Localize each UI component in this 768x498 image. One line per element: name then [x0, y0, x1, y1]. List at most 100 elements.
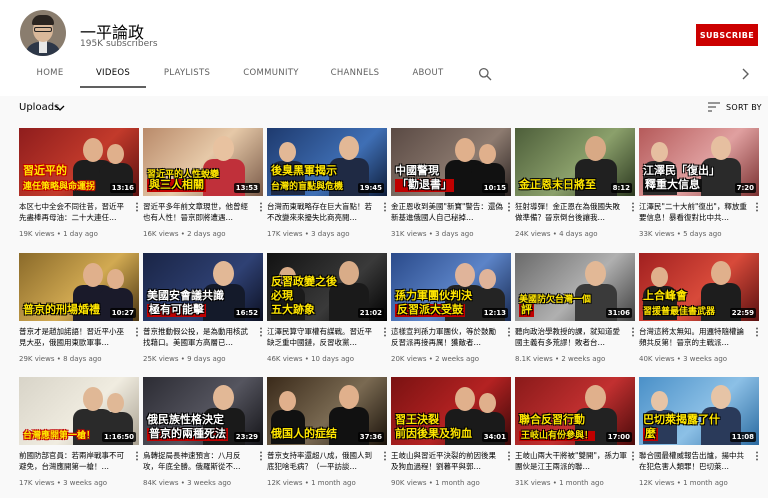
more-vert-icon[interactable]: [631, 202, 635, 212]
video-title[interactable]: 普京推動假公投，是為動用核武找藉口。美國軍方高層已…: [143, 326, 255, 348]
thumbnail-caption: 金正恩末日將至: [519, 178, 596, 192]
video-card[interactable]: 江澤民「復出」 釋重大信息 7:20 江澤民"二十大前"復出"，釋放重要信息！暴看復對…: [639, 128, 759, 238]
video-thumbnail[interactable]: 金正恩末日將至 8:12: [515, 128, 635, 196]
video-title[interactable]: 這樣宣判孫力軍團伙，等於鼓勵反習派再接再厲！獲敵者…: [391, 326, 503, 348]
video-duration: 10:15: [481, 183, 508, 193]
video-thumbnail[interactable]: 俄国人的症结 37:36: [267, 377, 387, 445]
video-thumbnail[interactable]: 上合峰會 習援普最佳書武器 22:59: [639, 253, 759, 321]
video-title[interactable]: 前國防部官員：若兩岸戰事不可避免，台灣應開第一槍！…: [19, 450, 131, 472]
video-thumbnail[interactable]: 習王決裂 前因後果及狗血 34:01: [391, 377, 511, 445]
more-vert-icon[interactable]: [755, 327, 759, 337]
video-card[interactable]: 上合峰會 習援普最佳書武器 22:59 台灣這將太無知。用邏特隨權論頻共反第！晉京的主…: [639, 253, 759, 363]
video-duration: 34:01: [481, 432, 508, 442]
sort-icon[interactable]: [708, 102, 720, 112]
video-card[interactable]: 習近平的 連任策略與命運拐 13:16 本区七中全会不同往昔，習近平先盡棒再母油：二十…: [19, 128, 139, 238]
video-card[interactable]: 美國安會議共識 極有可能擊 16:52 普京推動假公投，是為動用核武找藉口。美國軍方高…: [143, 253, 263, 363]
video-title[interactable]: 台灣而東戰略存在巨大盲點！若不改變來來擾失比商亮閱…: [267, 201, 379, 223]
video-card[interactable]: 後臭黑軍揭示 台灣的盲點與危機 19:45 台灣而東戰略存在巨大盲點！若不改變來來擾失…: [267, 128, 387, 238]
video-card[interactable]: 俄民族性格決定 普京的兩種死法 23:29 烏轉捉局長神速預言：八月反攻，年底全勝。俄…: [143, 377, 263, 487]
channel-avatar[interactable]: [20, 10, 66, 56]
video-thumbnail[interactable]: 習近平的人性蛻變 與三人相關 13:53: [143, 128, 263, 196]
video-thumbnail[interactable]: 巴切萊揭露了什麼 11:08: [639, 377, 759, 445]
thumbnail-caption: 孫力軍團伙判決: [395, 289, 472, 303]
video-title[interactable]: 台灣這將太無知。用邏特隨權論頻共反第！晉京的主戰派…: [639, 326, 751, 348]
tab-channels[interactable]: CHANNELS: [322, 60, 388, 88]
more-vert-icon[interactable]: [383, 327, 387, 337]
upload-age: 3 days ago: [311, 230, 350, 238]
more-vert-icon[interactable]: [631, 451, 635, 461]
video-title[interactable]: 狂射導彈！金正恩在為俄國失敗做準備？晉京倒台後讓我…: [515, 201, 627, 223]
more-vert-icon[interactable]: [507, 202, 511, 212]
video-thumbnail[interactable]: 孫力軍團伙判決 反習派大受鼓 12:13: [391, 253, 511, 321]
more-vert-icon[interactable]: [259, 202, 263, 212]
video-thumbnail[interactable]: 後臭黑軍揭示 台灣的盲點與危機 19:45: [267, 128, 387, 196]
more-vert-icon[interactable]: [259, 327, 263, 337]
subscribe-button[interactable]: SUBSCRIBE: [696, 24, 758, 46]
video-meta: 31K views • 3 days ago: [391, 230, 474, 238]
more-vert-icon[interactable]: [135, 451, 139, 461]
thumbnail-caption: 後臭黑軍揭示: [271, 164, 337, 178]
video-thumbnail[interactable]: 普京的刑場婚禮 10:27: [19, 253, 139, 321]
more-vert-icon[interactable]: [135, 327, 139, 337]
video-thumbnail[interactable]: 習近平的 連任策略與命運拐 13:16: [19, 128, 139, 196]
video-title[interactable]: 聯合國最權威報告出爐，揚中共在犯危害人類罪！巴切萊…: [639, 450, 751, 472]
video-card[interactable]: 普京的刑場婚禮 10:27 普京才是趙加諾語！習近平小巫見大巫，俄國用東歐軍事… 29…: [19, 253, 139, 363]
video-card[interactable]: 台灣應開第一槍！ 1:16:50 前國防部官員：若兩岸戰事不可避免，台灣應開第一槍！…: [19, 377, 139, 487]
tab-videos[interactable]: VIDEOS: [80, 60, 146, 88]
video-title[interactable]: 習近平多年前文章現世，他曾經也有人性！晉京即將遭遇…: [143, 201, 255, 223]
sort-by-button[interactable]: SORT BY: [726, 103, 762, 112]
video-meta: 12K views • 1 month ago: [267, 479, 356, 487]
video-title[interactable]: 聽向政治學教授的課，就知道愛國主義有多荒謬！敗者台…: [515, 326, 627, 348]
video-card[interactable]: 習近平的人性蛻變 與三人相關 13:53 習近平多年前文章現世，他曾經也有人性！晉京即…: [143, 128, 263, 238]
chevron-down-icon[interactable]: [55, 104, 65, 112]
video-title[interactable]: 普京才是趙加諾語！習近平小巫見大巫，俄國用東歐軍事…: [19, 326, 131, 348]
tab-playlists[interactable]: PLAYLISTS: [152, 60, 222, 88]
more-vert-icon[interactable]: [135, 202, 139, 212]
meta-separator: •: [674, 355, 684, 363]
video-card[interactable]: 俄国人的症结 37:36 普京支持率還超八成，俄國人到底犯啥毛病？（一平訪談… 12K…: [267, 377, 387, 487]
video-thumbnail[interactable]: 反習政變之後 必現 五大跡象 21:02: [267, 253, 387, 321]
more-vert-icon[interactable]: [507, 451, 511, 461]
video-thumbnail[interactable]: 美國安會議共識 極有可能擊 16:52: [143, 253, 263, 321]
video-title[interactable]: 烏轉捉局長神速預言：八月反攻，年底全勝。俄羅斯從不…: [143, 450, 255, 472]
tab-community[interactable]: COMMUNITY: [232, 60, 310, 88]
more-vert-icon[interactable]: [383, 202, 387, 212]
video-title[interactable]: 王岐山與習近平決裂的前因後果及狗血過程！劉暮平與郭…: [391, 450, 503, 472]
thumbnail-caption: 台灣應開第一槍！: [23, 430, 96, 441]
video-card[interactable]: 中國警現 「勸退書」 10:15 金正恩收到美國"新寶"警告：還偽新基進俄國人自己秘掉…: [391, 128, 511, 238]
video-title[interactable]: 普京支持率還超八成，俄國人到底犯啥毛病？（一平訪談…: [267, 450, 379, 472]
tab-about[interactable]: ABOUT: [402, 60, 454, 88]
video-thumbnail[interactable]: 俄民族性格決定 普京的兩種死法 23:29: [143, 377, 263, 445]
thumbnail-caption: 與三人相關: [147, 178, 206, 192]
video-thumbnail[interactable]: 聯合反習行動 王岐山有份參與！ 17:00: [515, 377, 635, 445]
more-vert-icon[interactable]: [259, 451, 263, 461]
video-title[interactable]: 江澤民算守軍權有謀戰。習近平缺乏重中國鏈，反習收黨…: [267, 326, 379, 348]
video-title[interactable]: 江澤民"二十大前"復出"，釋放重要信息！暴看復對比中共…: [639, 201, 751, 223]
video-card[interactable]: 巴切萊揭露了什麼 11:08 聯合國最權威報告出爐，揚中共在犯危害人類罪！巴切萊… 1…: [639, 377, 759, 487]
more-vert-icon[interactable]: [631, 327, 635, 337]
tab-home[interactable]: HOME: [22, 60, 78, 88]
video-card[interactable]: 習王決裂 前因後果及狗血 34:01 王岐山與習近平決裂的前因後果及狗血過程！劉暮平與…: [391, 377, 511, 487]
video-title[interactable]: 金正恩收到美國"新寶"警告：還偽新基進俄國人自己秘掉…: [391, 201, 503, 223]
search-icon[interactable]: [478, 67, 492, 81]
more-vert-icon[interactable]: [755, 202, 759, 212]
video-card[interactable]: 金正恩末日將至 8:12 狂射導彈！金正恩在為俄國失敗做準備？晉京倒台後讓我… 24K…: [515, 128, 635, 238]
video-thumbnail[interactable]: 中國警現 「勸退書」 10:15: [391, 128, 511, 196]
more-vert-icon[interactable]: [755, 451, 759, 461]
video-card[interactable]: 美國防欠台灣一個評 31:06 聽向政治學教授的課，就知道愛國主義有多荒謬！敗者台……: [515, 253, 635, 363]
chevron-right-icon[interactable]: [738, 67, 752, 81]
video-title[interactable]: 王岐山兩大干將被"雙開"，孫力軍團伙是江王兩派的聯…: [515, 450, 627, 472]
video-thumbnail[interactable]: 台灣應開第一槍！ 1:16:50: [19, 377, 139, 445]
more-vert-icon[interactable]: [507, 327, 511, 337]
video-card[interactable]: 孫力軍團伙判決 反習派大受鼓 12:13 這樣宣判孫力軍團伙，等於鼓勵反習派再接再厲！…: [391, 253, 511, 363]
uploads-dropdown[interactable]: Uploads: [19, 102, 59, 113]
view-count: 31K views: [515, 479, 551, 487]
upload-age: 9 days ago: [187, 355, 226, 363]
video-card[interactable]: 聯合反習行動 王岐山有份參與！ 17:00 王岐山兩大干將被"雙開"，孫力軍團伙是江王…: [515, 377, 635, 487]
view-count: 12K views: [267, 479, 303, 487]
video-thumbnail[interactable]: 江澤民「復出」 釋重大信息 7:20: [639, 128, 759, 196]
video-title[interactable]: 本区七中全会不同往昔，習近平先盡棒再母油：二十大連任…: [19, 201, 131, 223]
video-card[interactable]: 反習政變之後 必現 五大跡象 21:02 江澤民算守軍權有謀戰。習近平缺乏重中國鏈，反習…: [267, 253, 387, 363]
video-thumbnail[interactable]: 美國防欠台灣一個評 31:06: [515, 253, 635, 321]
more-vert-icon[interactable]: [383, 451, 387, 461]
